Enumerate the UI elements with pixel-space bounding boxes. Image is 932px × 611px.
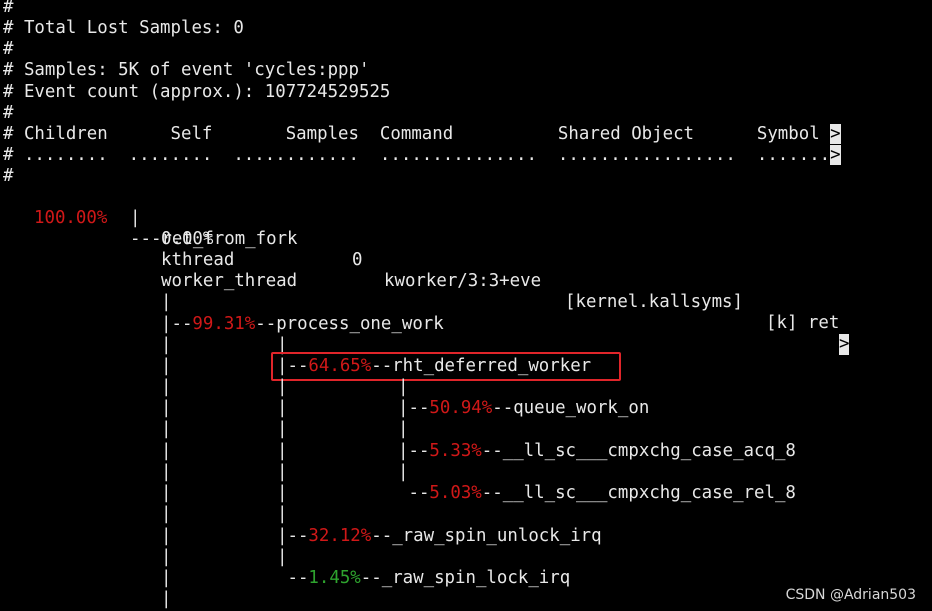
call-percent: 5.33% bbox=[429, 441, 482, 461]
symbol-name: [k] ret bbox=[766, 313, 840, 333]
tree-connector: | bbox=[277, 462, 288, 482]
function-name: __ll_sc___cmpxchg_case_acq_8 bbox=[502, 441, 796, 461]
call-percent: 50.94% bbox=[429, 398, 493, 418]
more-columns-marker: > bbox=[830, 124, 841, 144]
function-name: process_one_work bbox=[276, 314, 444, 334]
tree-connector: | bbox=[161, 377, 172, 397]
tree-connector: | bbox=[398, 462, 409, 482]
tree-connector: | bbox=[398, 377, 409, 397]
header-line: # Total Lost Samples: 0 bbox=[3, 18, 244, 38]
function-name: ret_from_fork bbox=[161, 229, 298, 249]
tree-connector: | bbox=[161, 568, 172, 588]
tree-connector: | bbox=[277, 547, 288, 567]
samples-count: 0 bbox=[352, 250, 363, 270]
children-percent: 100.00% bbox=[34, 208, 108, 228]
callchain-node-worker-thread: worker_thread bbox=[161, 271, 298, 291]
tree-connector: | bbox=[398, 419, 409, 439]
more-columns-marker: > bbox=[839, 334, 850, 355]
column-separator: # ........ ........ ............ .......… bbox=[3, 145, 841, 166]
callchain-node-queue-work-on: |--50.94%--queue_work_on bbox=[398, 398, 650, 418]
callchain-node-cmpxchg-acq: |--5.33%--__ll_sc___cmpxchg_case_acq_8 bbox=[398, 441, 796, 461]
tree-connector: | bbox=[161, 526, 172, 546]
tree-connector: | bbox=[161, 504, 172, 524]
tree-connector: | bbox=[161, 441, 172, 461]
more-columns-marker: > bbox=[830, 145, 841, 165]
call-percent: 1.45% bbox=[308, 568, 361, 588]
function-name: _raw_spin_unlock_irq bbox=[392, 526, 602, 546]
watermark: CSDN @Adrian503 bbox=[785, 587, 916, 603]
header-line: # bbox=[3, 0, 14, 17]
header-line: # Event count (approx.): 107724529525 bbox=[3, 82, 391, 102]
command-name: kworker/3:3+eve bbox=[384, 271, 542, 291]
shared-object: [kernel.kallsyms] bbox=[565, 292, 743, 312]
sample-row[interactable]: 100.00% 0.00% 0 kworker/3:3+eve [kernel.… bbox=[0, 187, 850, 355]
function-name: _raw_spin_lock_irq bbox=[381, 568, 571, 588]
tree-connector: | bbox=[277, 483, 288, 503]
header-line: # bbox=[3, 39, 14, 59]
function-name: queue_work_on bbox=[513, 398, 650, 418]
column-separator-text: # ........ ........ ............ .......… bbox=[3, 145, 831, 165]
tree-connector: | bbox=[161, 589, 172, 609]
tree-connector: | bbox=[161, 547, 172, 567]
tree-connector: | bbox=[161, 292, 172, 312]
tree-connector: | bbox=[161, 462, 172, 482]
callchain-node-kthread: kthread bbox=[161, 250, 235, 270]
header-line: # Samples: 5K of event 'cycles:ppp' bbox=[3, 60, 370, 80]
tree-connector: | bbox=[277, 377, 288, 397]
tree-connector: | bbox=[161, 398, 172, 418]
column-headers-text: # Children Self Samples Command Shared O… bbox=[3, 124, 831, 144]
callchain-node-cmpxchg-rel: --5.03%--__ll_sc___cmpxchg_case_rel_8 bbox=[398, 483, 796, 503]
call-percent: 99.31% bbox=[192, 314, 256, 334]
callchain-node-process-one-work: |--99.31%--process_one_work bbox=[161, 314, 444, 334]
callchain-node-ret-from-fork: ---ret_from_fork bbox=[130, 229, 298, 249]
tree-connector: | bbox=[277, 398, 288, 418]
header-line: # bbox=[3, 166, 14, 186]
function-name: __ll_sc___cmpxchg_case_rel_8 bbox=[502, 483, 796, 503]
tree-connector: | bbox=[277, 419, 288, 439]
call-percent: 5.03% bbox=[429, 483, 482, 503]
tree-connector: | bbox=[277, 441, 288, 461]
tree-connector: | bbox=[130, 208, 141, 228]
header-line: # bbox=[3, 103, 14, 123]
tree-connector: | bbox=[161, 483, 172, 503]
tree-connector: | bbox=[161, 356, 172, 376]
highlight-box bbox=[271, 352, 621, 381]
tree-connector: | bbox=[161, 335, 172, 355]
callchain-node-raw-spin-lock-irq: --1.45%--_raw_spin_lock_irq bbox=[277, 568, 571, 588]
call-percent: 32.12% bbox=[308, 526, 372, 546]
column-headers: # Children Self Samples Command Shared O… bbox=[3, 124, 841, 145]
callchain-node-raw-spin-unlock-irq: |--32.12%--_raw_spin_unlock_irq bbox=[277, 526, 602, 546]
tree-connector: | bbox=[277, 504, 288, 524]
tree-connector: | bbox=[161, 419, 172, 439]
